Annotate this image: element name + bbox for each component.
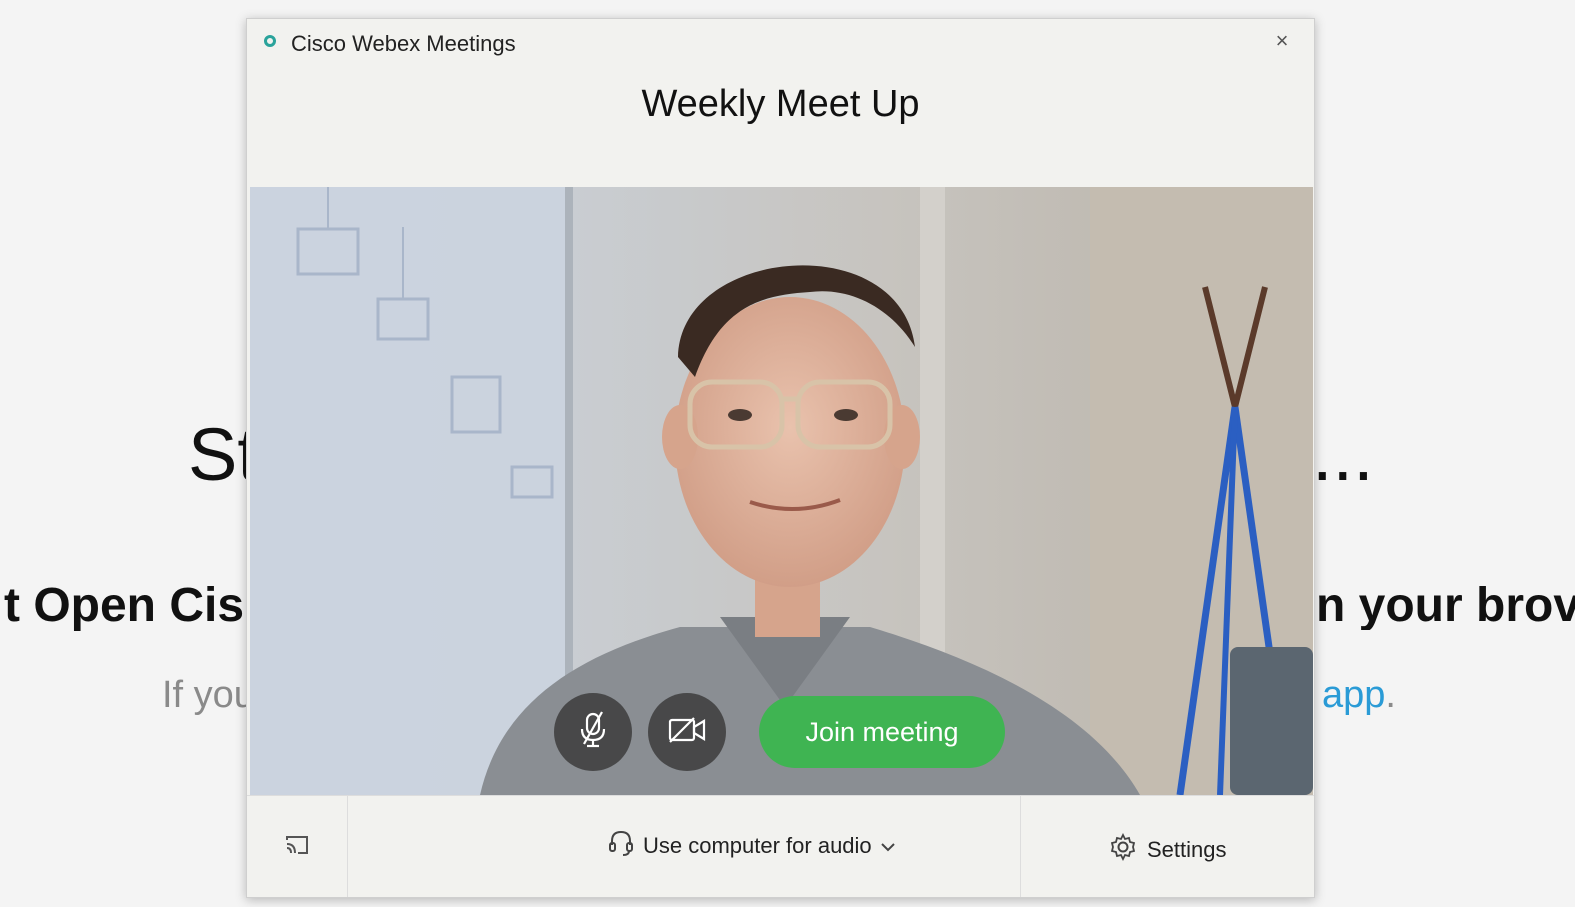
background-app-link[interactable]: app (1322, 674, 1385, 716)
background-instruction-left: t Open Cis (4, 579, 245, 632)
webex-logo-icon (264, 35, 276, 47)
background-subtext-right: app. (1322, 676, 1396, 714)
webex-dialog: Cisco Webex Meetings × Weekly Meet Up Jo… (246, 18, 1315, 898)
gear-icon (1109, 832, 1137, 867)
mute-button[interactable] (554, 693, 632, 771)
app-name: Cisco Webex Meetings (291, 31, 516, 56)
audio-option-dropdown[interactable]: Use computer for audio (607, 826, 896, 866)
chevron-down-icon (880, 833, 896, 859)
background-subtext-left: If you (162, 674, 255, 716)
join-meeting-button[interactable]: Join meeting (759, 696, 1005, 768)
settings-button[interactable]: Settings (1109, 830, 1227, 870)
close-button[interactable]: × (1270, 29, 1294, 53)
title-bar: Cisco Webex Meetings × (247, 19, 1314, 67)
toolbar-divider (1020, 796, 1021, 897)
meeting-title: Weekly Meet Up (641, 83, 920, 125)
mic-muted-icon (576, 710, 610, 754)
background-heading-right: ... (1312, 413, 1374, 496)
audio-option-label: Use computer for audio (643, 833, 872, 858)
video-toggle-button[interactable] (648, 693, 726, 771)
video-off-icon (667, 715, 707, 750)
headset-icon (607, 829, 635, 863)
bottom-toolbar: Use computer for audio Settings (247, 795, 1314, 897)
cast-button[interactable] (247, 796, 348, 897)
background-period: . (1385, 674, 1396, 716)
background-instruction-right: n your brov (1316, 582, 1575, 630)
settings-label: Settings (1147, 837, 1227, 862)
cast-icon (284, 834, 310, 861)
